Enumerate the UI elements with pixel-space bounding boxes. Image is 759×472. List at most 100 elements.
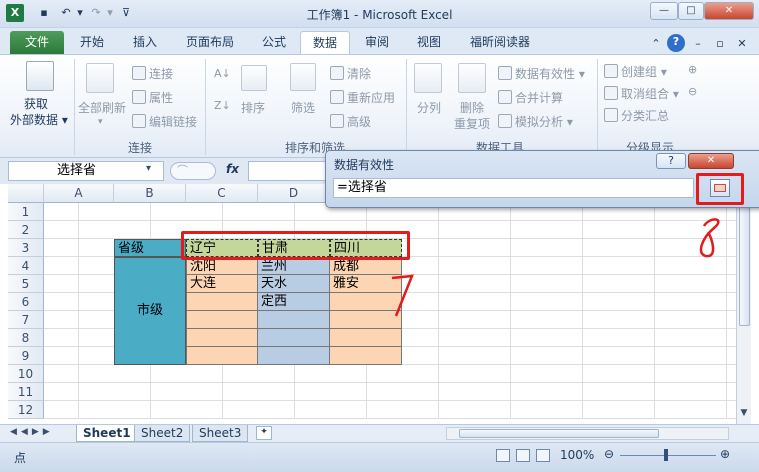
row-header[interactable]: 1: [8, 203, 44, 221]
data-validation-button[interactable]: 数据有效性 ▾: [498, 65, 585, 82]
sort-az-icon[interactable]: A↓: [214, 67, 231, 80]
vertical-scroll-thumb[interactable]: [739, 206, 750, 326]
horizontal-scroll-thumb[interactable]: [459, 429, 659, 438]
zoom-slider[interactable]: [620, 455, 716, 456]
consolidate-button[interactable]: 合并计算: [498, 89, 563, 106]
page-break-view-icon[interactable]: [536, 449, 550, 462]
city-cell[interactable]: [258, 329, 330, 347]
clear-button[interactable]: 清除: [330, 65, 371, 82]
vertical-scrollbar[interactable]: ▲ ▼: [736, 184, 751, 424]
page-layout-view-icon[interactable]: [516, 449, 530, 462]
insert-sheet-icon[interactable]: ✦: [256, 426, 272, 440]
insert-function-button[interactable]: fx: [226, 162, 239, 176]
province-label-cell[interactable]: 省级: [114, 239, 186, 257]
subtotal-button[interactable]: 分类汇总: [604, 107, 669, 124]
maximize-button[interactable]: □: [678, 2, 704, 20]
row-header[interactable]: 9: [8, 347, 44, 365]
minimize-ribbon-icon[interactable]: ⌃: [648, 36, 664, 52]
refresh-dropdown-icon[interactable]: ▾: [98, 117, 103, 127]
city-cell[interactable]: 大连: [186, 275, 258, 293]
row-header[interactable]: 4: [8, 257, 44, 275]
formula-bar-collapse-icon[interactable]: ⌒: [170, 162, 216, 180]
zoom-out-icon[interactable]: ⊖: [604, 447, 614, 461]
tab-view[interactable]: 视图: [408, 31, 450, 54]
spreadsheet-grid[interactable]: A B C D E 1 2 3 4 5 6 7 8 9 10 11 12 省级 …: [8, 184, 736, 424]
row-header[interactable]: 5: [8, 275, 44, 293]
get-external-data-button[interactable]: 获取: [24, 95, 48, 112]
row-header[interactable]: 10: [8, 365, 44, 383]
ungroup-button[interactable]: 取消组合 ▾: [604, 85, 679, 102]
dialog-close-button[interactable]: ✕: [688, 153, 734, 169]
properties-button[interactable]: 属性: [132, 89, 173, 106]
group-button[interactable]: 创建组 ▾: [604, 63, 667, 80]
column-header-b[interactable]: B: [114, 184, 186, 203]
row-header[interactable]: 7: [8, 311, 44, 329]
scroll-down-icon[interactable]: ▼: [738, 408, 750, 422]
tab-file[interactable]: 文件: [10, 31, 64, 54]
city-cell[interactable]: [186, 311, 258, 329]
group-icon: [604, 64, 618, 78]
city-cell[interactable]: [258, 311, 330, 329]
filter-button[interactable]: 筛选: [291, 99, 315, 116]
city-cell[interactable]: 天水: [258, 275, 330, 293]
reapply-icon: [330, 90, 344, 104]
help-icon[interactable]: ?: [667, 34, 685, 52]
row-header[interactable]: 12: [8, 401, 44, 419]
city-cell[interactable]: [258, 347, 330, 365]
tab-formulas[interactable]: 公式: [252, 31, 296, 54]
workbook-restore-icon[interactable]: ▫: [712, 36, 728, 52]
close-button[interactable]: ✕: [704, 2, 754, 20]
zoom-slider-thumb[interactable]: [664, 449, 668, 461]
sheet-nav-icons[interactable]: ◀◀▶▶: [10, 427, 54, 437]
sheet-tab-3[interactable]: Sheet3: [192, 425, 249, 442]
column-header-a[interactable]: A: [44, 184, 114, 203]
tab-foxit-reader[interactable]: 福昕阅读器: [462, 31, 538, 54]
row-header[interactable]: 8: [8, 329, 44, 347]
dialog-help-button[interactable]: ?: [656, 153, 686, 169]
city-cell[interactable]: [186, 347, 258, 365]
row-header[interactable]: 3: [8, 239, 44, 257]
get-external-data-button-2[interactable]: 外部数据 ▾: [10, 111, 68, 128]
tab-data[interactable]: 数据: [300, 31, 350, 54]
city-cell[interactable]: [330, 329, 402, 347]
show-detail-icon[interactable]: ⊕: [688, 63, 697, 76]
workbook-minimize-icon[interactable]: –: [690, 36, 706, 52]
what-if-button[interactable]: 模拟分析 ▾: [498, 113, 573, 130]
sheet-tab-2[interactable]: Sheet2: [134, 425, 191, 442]
zoom-in-icon[interactable]: ⊕: [720, 447, 730, 461]
hide-detail-icon[interactable]: ⊖: [688, 85, 697, 98]
connections-button[interactable]: 连接: [132, 65, 173, 82]
row-header[interactable]: 6: [8, 293, 44, 311]
select-all-corner[interactable]: [8, 184, 44, 203]
city-cell[interactable]: [186, 329, 258, 347]
column-header-c[interactable]: C: [186, 184, 258, 203]
normal-view-icon[interactable]: [496, 449, 510, 462]
sort-button[interactable]: 排序: [241, 99, 265, 116]
sort-za-icon[interactable]: Z↓: [214, 99, 231, 112]
text-to-columns-button[interactable]: 分列: [417, 99, 441, 116]
tab-home[interactable]: 开始: [72, 31, 112, 54]
row-header[interactable]: 11: [8, 383, 44, 401]
tab-insert[interactable]: 插入: [124, 31, 166, 54]
edit-links-button[interactable]: 编辑链接: [132, 113, 197, 130]
minimize-button[interactable]: —: [650, 2, 678, 20]
city-cell[interactable]: [186, 293, 258, 311]
sheet-tab-1[interactable]: Sheet1: [76, 425, 138, 442]
tab-page-layout[interactable]: 页面布局: [178, 31, 242, 54]
reapply-button[interactable]: 重新应用: [330, 89, 395, 106]
refresh-all-button[interactable]: 全部刷新: [78, 99, 126, 116]
source-range-input[interactable]: =选择省: [333, 178, 694, 198]
workbook-close-icon[interactable]: ✕: [734, 36, 750, 52]
row-header[interactable]: 2: [8, 221, 44, 239]
city-cell[interactable]: 定西: [258, 293, 330, 311]
remove-duplicates-button[interactable]: 删除: [460, 99, 484, 116]
city-label-cell[interactable]: 市级: [114, 257, 186, 365]
column-header-d[interactable]: D: [258, 184, 330, 203]
zoom-level[interactable]: 100%: [560, 448, 594, 462]
horizontal-scrollbar[interactable]: [446, 427, 729, 440]
name-box[interactable]: 选择省: [8, 161, 164, 181]
tab-review[interactable]: 审阅: [356, 31, 398, 54]
advanced-button[interactable]: 高级: [330, 113, 371, 130]
city-cell[interactable]: [330, 347, 402, 365]
name-box-dropdown-icon[interactable]: ▾: [146, 163, 151, 174]
